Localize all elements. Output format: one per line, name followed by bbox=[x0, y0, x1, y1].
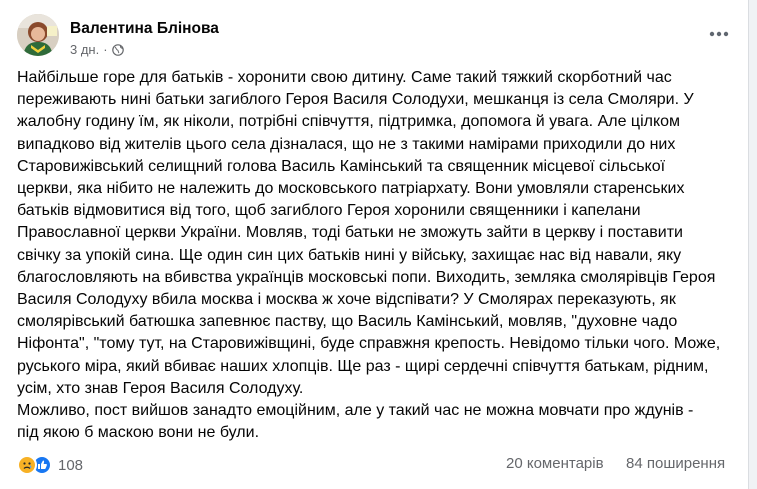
post-text-line: свічку за упокій сина. Ще один син цих б… bbox=[17, 246, 682, 264]
post-text-line: під якою б маскою вони не були. bbox=[17, 424, 260, 442]
more-options-icon[interactable] bbox=[707, 24, 731, 44]
post-text-line: Можливо, пост вийшов занадто емоційним, … bbox=[17, 402, 694, 420]
post-card: Валентина Блінова 3 дн. · Найбільше горе… bbox=[0, 0, 749, 489]
sad-reaction-icon bbox=[17, 455, 37, 475]
post-header: Валентина Блінова 3 дн. · bbox=[17, 14, 737, 60]
post-text-line: жалобну годину їм, як ніколи, потрібні с… bbox=[17, 113, 681, 131]
post-text-line: благословляють на вбивства українців мос… bbox=[17, 268, 716, 286]
reaction-count: 108 bbox=[58, 456, 84, 474]
post-text-line: смолярівський батюшка запевнює паству, щ… bbox=[17, 313, 678, 331]
comments-count-link[interactable]: 20 коментарів bbox=[506, 455, 604, 472]
author-name[interactable]: Валентина Блінова bbox=[70, 20, 219, 38]
post-text-line: Ніфонта", "тому тут, на Старовижівщині, … bbox=[17, 335, 721, 353]
meta-separator: · bbox=[103, 42, 108, 57]
post-footer: 108 20 коментарів 84 поширення bbox=[17, 455, 739, 477]
post-text-line: церкви, яка нібито не належить до москов… bbox=[17, 180, 685, 198]
post-text: Найбільше горе для батьків - хоронити св… bbox=[17, 67, 739, 444]
avatar-photo bbox=[17, 14, 59, 56]
post-text-line: Василя Солодуху вбила москва і москва ж … bbox=[17, 291, 676, 309]
post-meta: 3 дн. · bbox=[70, 42, 124, 57]
post-time[interactable]: 3 дн. bbox=[70, 42, 99, 57]
reactions-summary[interactable]: 108 bbox=[17, 455, 83, 475]
shares-count-link[interactable]: 84 поширення bbox=[626, 455, 725, 472]
globe-icon[interactable] bbox=[111, 43, 124, 56]
post-text-line: руського міра, який вбиває наших хлопців… bbox=[17, 357, 709, 375]
post-text-line: батьків відмовитися від того, щоб загибл… bbox=[17, 202, 641, 220]
post-text-line: Православної церкви України. Мовляв, тод… bbox=[17, 224, 683, 242]
post-text-line: Найбільше горе для батьків - хоронити св… bbox=[17, 69, 672, 86]
post-text-line: випадково від жителів цього села дізнала… bbox=[17, 135, 676, 153]
post-text-line: усім, хто знав Героя Василя Солодуху. bbox=[17, 379, 304, 397]
avatar[interactable] bbox=[17, 14, 59, 56]
post-text-line: переживають нині батьки загиблого Героя … bbox=[17, 91, 694, 109]
post-text-line: Старовижівський селищний голова Василь К… bbox=[17, 157, 666, 175]
